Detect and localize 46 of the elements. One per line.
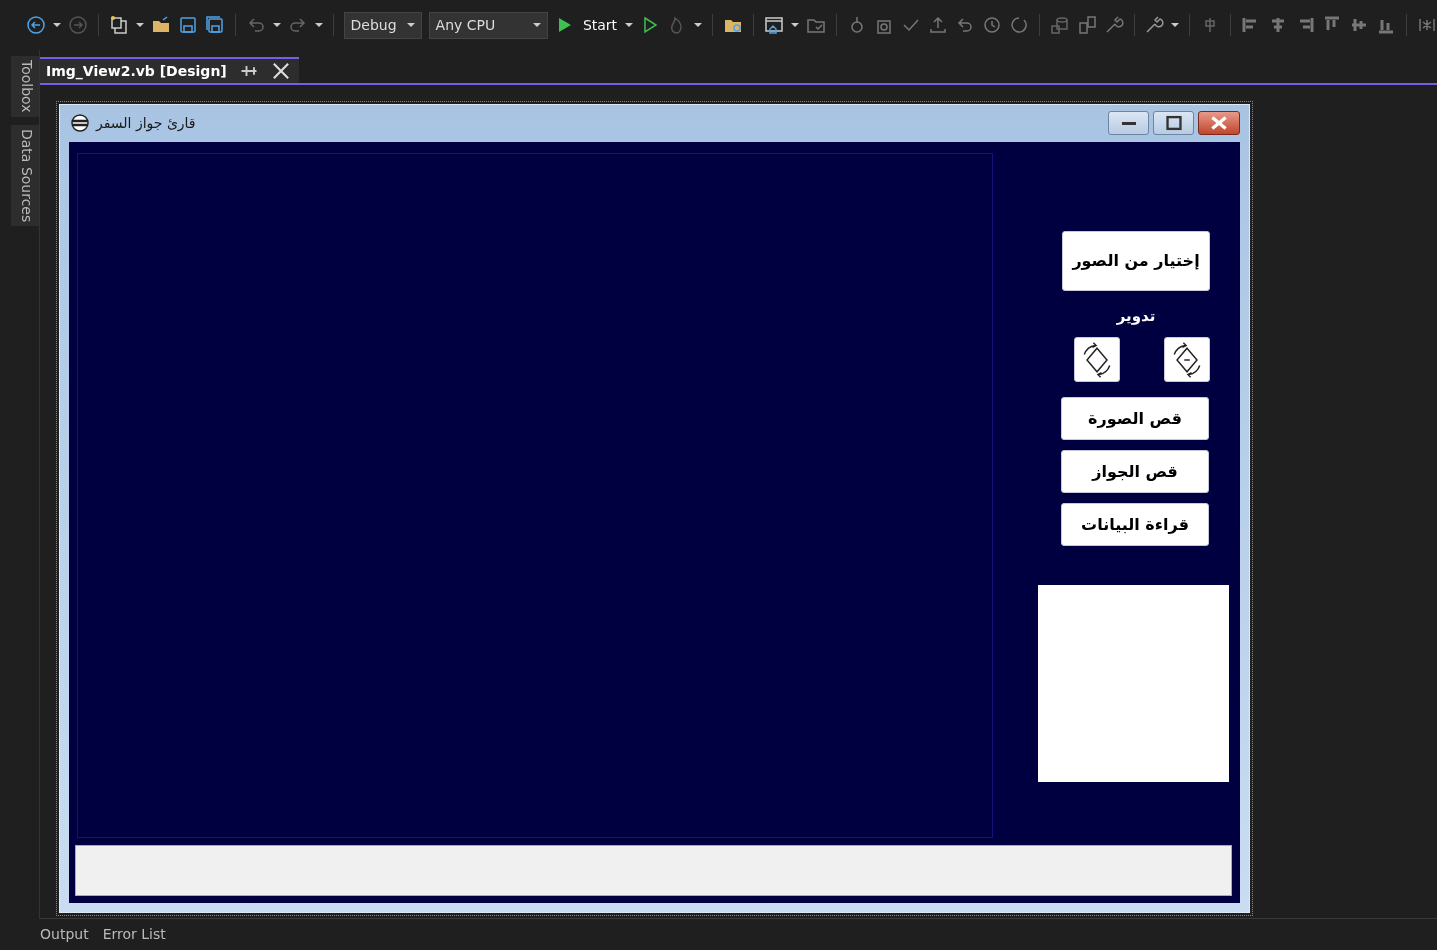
close-button[interactable]: [1198, 111, 1240, 136]
minimize-icon: [1121, 121, 1136, 125]
back-icon[interactable]: [26, 15, 46, 35]
close-icon[interactable]: [270, 61, 291, 81]
rotate-left-button[interactable]: [1074, 337, 1120, 383]
window-icon[interactable]: [763, 15, 784, 35]
caret-icon[interactable]: [1171, 23, 1180, 27]
save-all-icon[interactable]: [204, 15, 225, 35]
caret-icon[interactable]: [135, 23, 144, 27]
caret-icon: [625, 23, 634, 27]
wrench-icon[interactable]: [1144, 15, 1165, 35]
document-tab[interactable]: Img_View2.vb [Design]: [40, 57, 299, 83]
platform-dropdown[interactable]: Any CPU: [428, 11, 548, 39]
files-icon[interactable]: [1076, 15, 1097, 35]
new-project-icon[interactable]: [108, 15, 129, 35]
save-icon[interactable]: [177, 15, 198, 35]
bottom-tab[interactable]: Error List: [102, 924, 166, 945]
start-button[interactable]: Start: [554, 14, 634, 36]
action-button[interactable]: قص الجواز: [1061, 450, 1209, 494]
caret-icon[interactable]: [272, 23, 281, 27]
action-button[interactable]: قراءة البيانات: [1061, 503, 1209, 547]
choose-image-button[interactable]: إختيار من الصور: [1062, 230, 1210, 291]
maximize-button[interactable]: [1153, 111, 1194, 136]
configuration-dropdown[interactable]: Debug: [343, 11, 422, 39]
rotate-right-button[interactable]: [1164, 337, 1210, 383]
caret-icon[interactable]: [790, 23, 799, 27]
app-icon: [70, 113, 90, 134]
side-tab[interactable]: Toolbox: [11, 56, 39, 117]
upload-icon[interactable]: [927, 15, 948, 35]
caret-icon[interactable]: [532, 23, 541, 27]
caret-icon[interactable]: [53, 23, 61, 27]
action-button[interactable]: قص الصورة: [1061, 397, 1209, 441]
redo-icon[interactable]: [287, 15, 308, 35]
rotate-label: تدوير: [1115, 305, 1157, 327]
refresh-icon[interactable]: [1008, 15, 1029, 35]
folder-icon[interactable]: [150, 15, 171, 35]
caret-icon[interactable]: [694, 23, 703, 27]
window-title: قارئ جواز السفر: [96, 113, 196, 134]
side-tab[interactable]: Data Sources: [11, 124, 39, 226]
text-field[interactable]: [75, 844, 1232, 896]
caret-icon[interactable]: [314, 23, 323, 27]
history-icon[interactable]: [981, 15, 1002, 35]
bottom-tab[interactable]: Output: [40, 924, 89, 945]
database-icon[interactable]: [1049, 15, 1070, 35]
minimize-button[interactable]: [1108, 111, 1149, 136]
caret-icon[interactable]: [406, 23, 415, 27]
